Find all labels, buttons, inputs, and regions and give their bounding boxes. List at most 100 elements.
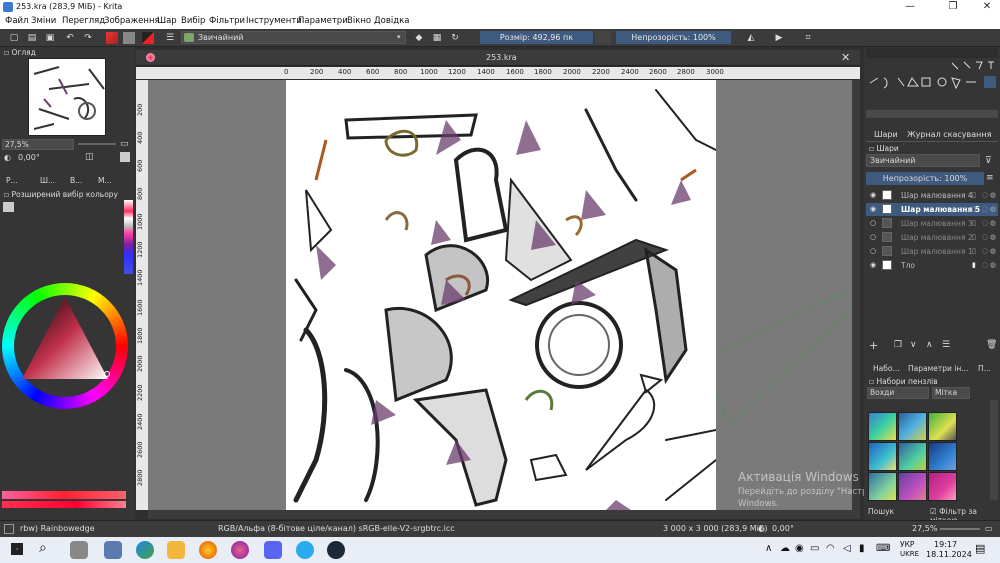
language-indicator[interactable]: УКР bbox=[900, 540, 914, 549]
opacity-slider[interactable]: Непрозорість: 100% bbox=[616, 31, 731, 44]
menu-settings[interactable]: Параметри bbox=[298, 16, 348, 26]
canvas-horizontal-scrollbar[interactable] bbox=[148, 510, 860, 519]
windows-start-icon[interactable] bbox=[11, 543, 23, 555]
brush-preset-thumb[interactable] bbox=[868, 472, 897, 501]
lock-icon[interactable]: ▯ bbox=[972, 219, 980, 227]
edge-icon[interactable] bbox=[136, 541, 154, 559]
fg-bg-color-icon[interactable] bbox=[142, 32, 154, 44]
close-document-icon[interactable]: ✕ bbox=[841, 51, 850, 64]
document-tab-title[interactable]: 253.kra bbox=[486, 53, 517, 62]
brush-preset-thumb[interactable] bbox=[868, 442, 897, 471]
layer-settings-icon[interactable]: ◍ bbox=[990, 233, 998, 241]
clock-date[interactable]: 18.11.2024 bbox=[926, 550, 972, 559]
layer-settings-icon[interactable]: ◍ bbox=[990, 247, 998, 255]
gradient-swatch-icon[interactable] bbox=[106, 32, 118, 44]
left-tab-3[interactable]: В... bbox=[70, 176, 82, 185]
alpha-lock-icon[interactable]: ◌ bbox=[982, 205, 990, 213]
layer-row[interactable]: ◉ Тло ▮ ◌ ◍ bbox=[866, 259, 998, 272]
eye-hidden-icon[interactable]: ○ bbox=[870, 219, 878, 227]
brush-preset-thumb[interactable] bbox=[898, 472, 927, 501]
close-window-button[interactable]: ✕ bbox=[977, 1, 997, 12]
mirror-view-icon[interactable]: ◫ bbox=[85, 152, 94, 162]
network-monitor-icon[interactable]: ▭ bbox=[810, 543, 819, 554]
color-bar-bottom[interactable] bbox=[2, 501, 126, 508]
brush-grid-scrollbar[interactable] bbox=[990, 400, 998, 500]
size-spin-icon[interactable] bbox=[595, 31, 611, 44]
reload-preset-icon[interactable]: ↻ bbox=[449, 32, 461, 44]
eye-hidden-icon[interactable]: ○ bbox=[870, 233, 878, 241]
other-tab[interactable]: П... bbox=[978, 364, 991, 373]
brush-search-label[interactable]: Пошук bbox=[868, 507, 894, 516]
lock-icon[interactable]: ▯ bbox=[972, 205, 980, 213]
overview-zoom-field[interactable]: 27,5% bbox=[2, 139, 74, 150]
brush-presets-tab[interactable]: Набо... bbox=[873, 364, 900, 373]
move-down-icon[interactable]: ∨ bbox=[910, 340, 917, 350]
move-up-icon[interactable]: ∧ bbox=[926, 340, 933, 350]
brush-size-slider[interactable]: Розмір: 492,96 пк bbox=[480, 31, 593, 44]
keyboard-icon[interactable]: ⌨ bbox=[876, 543, 890, 554]
brush-tag-select[interactable]: Вохди bbox=[867, 387, 929, 399]
color-triangle[interactable] bbox=[22, 297, 108, 379]
menu-help[interactable]: Довідка bbox=[374, 16, 409, 26]
new-document-icon[interactable]: ▢ bbox=[8, 32, 20, 44]
layer-opacity-slider[interactable]: Непрозорість: 100% bbox=[866, 172, 984, 185]
add-layer-icon[interactable]: + bbox=[869, 339, 878, 352]
color-history-strip[interactable] bbox=[124, 200, 133, 274]
layer-row[interactable]: ○ Шар малювання 2 ▯ ◌ ◍ bbox=[866, 231, 998, 244]
color-bar-top[interactable] bbox=[2, 491, 126, 499]
preserve-alpha-icon[interactable]: ▦ bbox=[431, 32, 443, 44]
eraser-mode-icon[interactable]: ◆ bbox=[413, 32, 425, 44]
krita-taskbar-icon[interactable] bbox=[231, 541, 249, 559]
layer-settings-icon[interactable]: ◍ bbox=[990, 191, 998, 199]
alpha-lock-icon[interactable]: ◌ bbox=[982, 261, 990, 269]
menu-window[interactable]: Вікно bbox=[347, 16, 371, 26]
left-tab-1[interactable]: Р... bbox=[6, 176, 18, 185]
steam-icon[interactable] bbox=[327, 541, 345, 559]
menu-image[interactable]: Зображення bbox=[104, 16, 160, 26]
brush-preset-thumb[interactable] bbox=[928, 472, 957, 501]
tray-app-icon[interactable]: ◉ bbox=[795, 543, 804, 554]
mirror-horizontal-icon[interactable]: ◭ bbox=[745, 32, 757, 44]
zoom-slider[interactable] bbox=[940, 528, 980, 530]
menu-file[interactable]: Файл bbox=[5, 16, 28, 26]
search-icon[interactable]: ⌕ bbox=[39, 540, 47, 556]
delete-layer-icon[interactable]: 🗑 bbox=[986, 340, 997, 350]
minimize-button[interactable]: — bbox=[900, 1, 920, 12]
wifi-icon[interactable]: ◠ bbox=[826, 543, 835, 554]
lock-icon[interactable]: ▮ bbox=[972, 261, 980, 269]
clock-time[interactable]: 19:17 bbox=[934, 540, 957, 549]
menu-edit[interactable]: Зміни bbox=[31, 16, 56, 26]
maximize-button[interactable]: ❐ bbox=[943, 1, 963, 12]
lock-icon[interactable]: ▯ bbox=[972, 191, 980, 199]
store-icon[interactable] bbox=[104, 541, 122, 559]
crop-icon[interactable]: ⌗ bbox=[802, 32, 814, 44]
task-view-icon[interactable] bbox=[70, 541, 88, 559]
discord-icon[interactable] bbox=[264, 541, 282, 559]
duplicate-layer-icon[interactable]: ❐ bbox=[894, 340, 902, 350]
file-explorer-icon[interactable] bbox=[167, 541, 185, 559]
current-brush-name[interactable]: rbw) Rainbowedge bbox=[20, 524, 95, 533]
notifications-icon[interactable]: ▤ bbox=[975, 542, 985, 555]
alpha-lock-icon[interactable]: ◌ bbox=[982, 191, 990, 199]
status-zoom[interactable]: 27,5% bbox=[912, 524, 937, 533]
volume-icon[interactable]: ◁ bbox=[843, 543, 851, 554]
brush-settings-icon[interactable]: ☰ bbox=[164, 32, 176, 44]
layer-row[interactable]: ◉ Шар малювання 4 ▯ ◌ ◍ bbox=[866, 189, 998, 202]
brush-preset-thumb[interactable] bbox=[928, 412, 957, 441]
redo-icon[interactable]: ↷ bbox=[82, 32, 94, 44]
left-tab-4[interactable]: М... bbox=[98, 176, 112, 185]
layer-blend-mode-select[interactable]: Звичайний bbox=[866, 154, 980, 167]
menu-layer[interactable]: Шар bbox=[157, 16, 177, 26]
chevron-down-icon[interactable]: ▾ bbox=[397, 33, 401, 41]
left-tab-2[interactable]: Ш... bbox=[40, 176, 55, 185]
brush-preset-thumb[interactable] bbox=[898, 442, 927, 471]
telegram-icon[interactable] bbox=[296, 541, 314, 559]
alpha-lock-icon[interactable]: ◌ bbox=[982, 247, 990, 255]
cloud-icon[interactable]: ☁ bbox=[780, 543, 790, 554]
blend-mode-select[interactable]: Звичайний bbox=[181, 31, 406, 44]
layer-settings-icon[interactable]: ◍ bbox=[990, 261, 998, 269]
alpha-lock-icon[interactable]: ◌ bbox=[982, 233, 990, 241]
pattern-swatch-icon[interactable] bbox=[123, 32, 135, 44]
color-wheel[interactable] bbox=[2, 283, 128, 409]
overview-zoom-slider[interactable] bbox=[78, 143, 116, 145]
